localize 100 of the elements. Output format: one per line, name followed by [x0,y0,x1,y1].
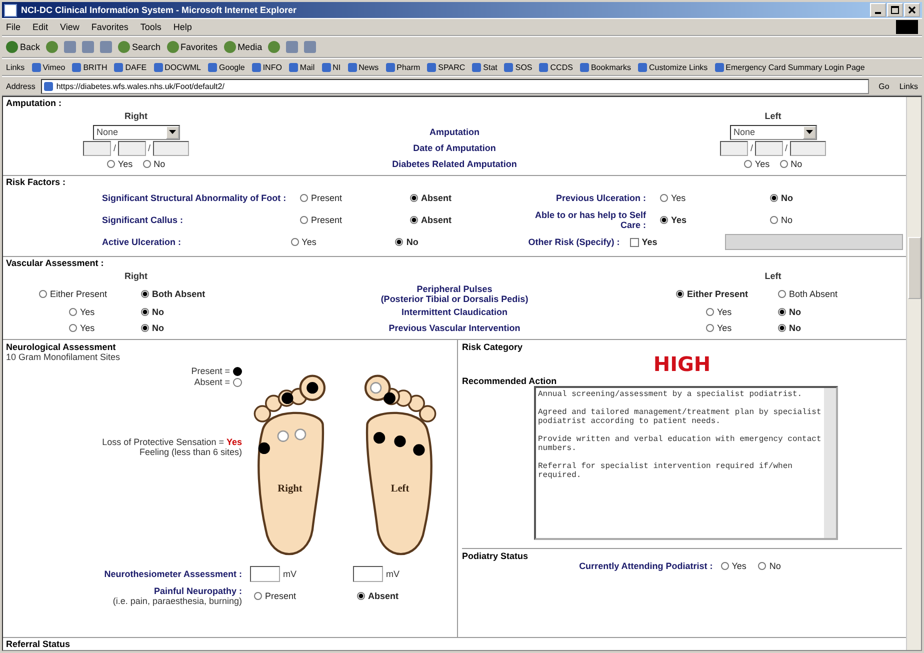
favorite-link[interactable]: SOS [504,62,532,72]
option-label: No [781,214,793,224]
input-field[interactable] [724,234,903,250]
checkbox[interactable] [630,238,639,246]
radio-button[interactable] [141,324,149,332]
scrollbar[interactable] [824,388,836,538]
input-field[interactable] [790,140,826,156]
radio-button[interactable] [778,308,786,316]
option-label: No [781,192,793,202]
option-label: Present [311,214,342,224]
monofilament-site[interactable] [374,432,386,444]
input-field[interactable] [755,140,783,156]
address-field[interactable]: https://diabetes.wfs.wales.nhs.uk/Foot/default2/ [41,78,869,94]
favorite-link[interactable]: NI [322,62,341,72]
favorite-link[interactable]: SPARC [427,62,466,72]
toolbar-button[interactable]: Media [224,41,262,53]
favorite-link[interactable]: DAFE [114,62,147,72]
radio-button[interactable] [290,238,299,246]
radio-button[interactable] [410,194,418,202]
scrollbar[interactable] [906,97,921,650]
menu-item[interactable]: Tools [140,22,162,32]
option-label: Yes [642,237,658,247]
monofilament-site[interactable] [394,436,406,448]
radio-button[interactable] [770,194,778,202]
input-field[interactable] [720,140,748,156]
option-label: Absent [421,214,452,224]
radio-button[interactable] [778,290,786,298]
monofilament-site[interactable] [258,442,270,454]
select-field[interactable]: None [730,124,816,140]
select-field[interactable]: None [92,124,180,140]
menu-item[interactable]: Favorites [91,22,128,32]
radio-button[interactable] [300,216,308,224]
field-label: Diabetes Related Amputation [391,159,518,169]
radio-button[interactable] [660,194,668,202]
favorite-link[interactable]: Mail [288,62,315,72]
radio-button[interactable] [744,160,752,168]
input-field[interactable] [250,566,280,582]
menu-item[interactable]: File [6,22,21,32]
radio-button[interactable] [142,160,151,168]
maximize-icon [891,6,899,14]
radio-button[interactable] [660,216,668,224]
toolbar-button[interactable]: Favorites [166,41,218,53]
recommended-action-field[interactable]: Annual screening/assessment by a specialist podiatrist. Agreed and tailored management/treatment plan by specialist podiatrist according to patient needs. Provide written and verbal education with emergency contact numbers. Referral for specialist intervention required if/when required. [534,386,838,540]
radio-button[interactable] [706,308,714,316]
option-label: No [406,236,418,246]
radio-button[interactable] [141,290,149,298]
favorite-link[interactable]: Google [208,62,245,72]
radio-button[interactable] [106,160,115,168]
radio-button[interactable] [770,216,778,224]
radio-button[interactable] [254,592,262,600]
menu-item[interactable]: View [60,22,80,32]
go-button[interactable]: Go [874,82,894,90]
favorite-link[interactable]: DOCWML [154,62,202,72]
radio-button[interactable] [69,308,77,316]
favorite-link[interactable]: INFO [252,62,282,72]
radio-button[interactable] [778,324,786,332]
links-label: Links [6,62,25,72]
toolbar-button[interactable]: Back [6,41,40,53]
radio-button[interactable] [395,238,404,246]
radio-button[interactable] [758,562,766,570]
section-title: Vascular Assessment : [6,258,105,268]
monofilament-site[interactable] [384,392,396,404]
favorite-link[interactable]: News [348,62,379,72]
option-label: Yes [732,561,746,571]
monofilament-site[interactable] [413,444,425,456]
radio-button[interactable] [676,290,684,298]
option-label: Both Absent [152,289,206,299]
input-field[interactable] [118,140,146,156]
radio-button[interactable] [410,216,418,224]
radio-button[interactable] [706,324,714,332]
monofilament-site[interactable] [282,392,294,404]
monofilament-site[interactable] [306,382,318,394]
menu-item[interactable]: Help [173,22,192,32]
favorite-link[interactable]: BRITH [72,62,108,72]
radio-button[interactable] [780,160,788,168]
minimize-button[interactable] [870,3,886,17]
radio-button[interactable] [357,592,365,600]
radio-button[interactable] [39,290,47,298]
radio-button[interactable] [300,194,308,202]
section-title: Podiatry Status [462,551,530,561]
toolbar-button[interactable]: Search [118,41,161,53]
input-field[interactable] [152,140,189,156]
radio-button[interactable] [69,324,77,332]
input-field[interactable] [353,566,383,582]
favorite-link[interactable]: Customize Links [638,62,708,72]
favorite-link[interactable]: Emergency Card Summary Login Page [714,62,865,72]
favorite-link[interactable]: Pharm [386,62,420,72]
menu-item[interactable]: Edit [32,22,48,32]
input-field[interactable] [83,140,112,156]
favorite-link[interactable]: Bookmarks [580,62,631,72]
option-label: Yes [80,307,95,317]
favorite-link[interactable]: CCDS [539,62,573,72]
favorite-link[interactable]: Stat [472,62,498,72]
radio-button[interactable] [141,308,149,316]
favorite-link[interactable]: Vimeo [32,62,66,72]
close-button[interactable] [904,3,920,17]
foot-label: Left [390,483,410,494]
maximize-button[interactable] [887,3,903,17]
radio-button[interactable] [720,562,729,570]
option-label: Yes [671,192,686,202]
